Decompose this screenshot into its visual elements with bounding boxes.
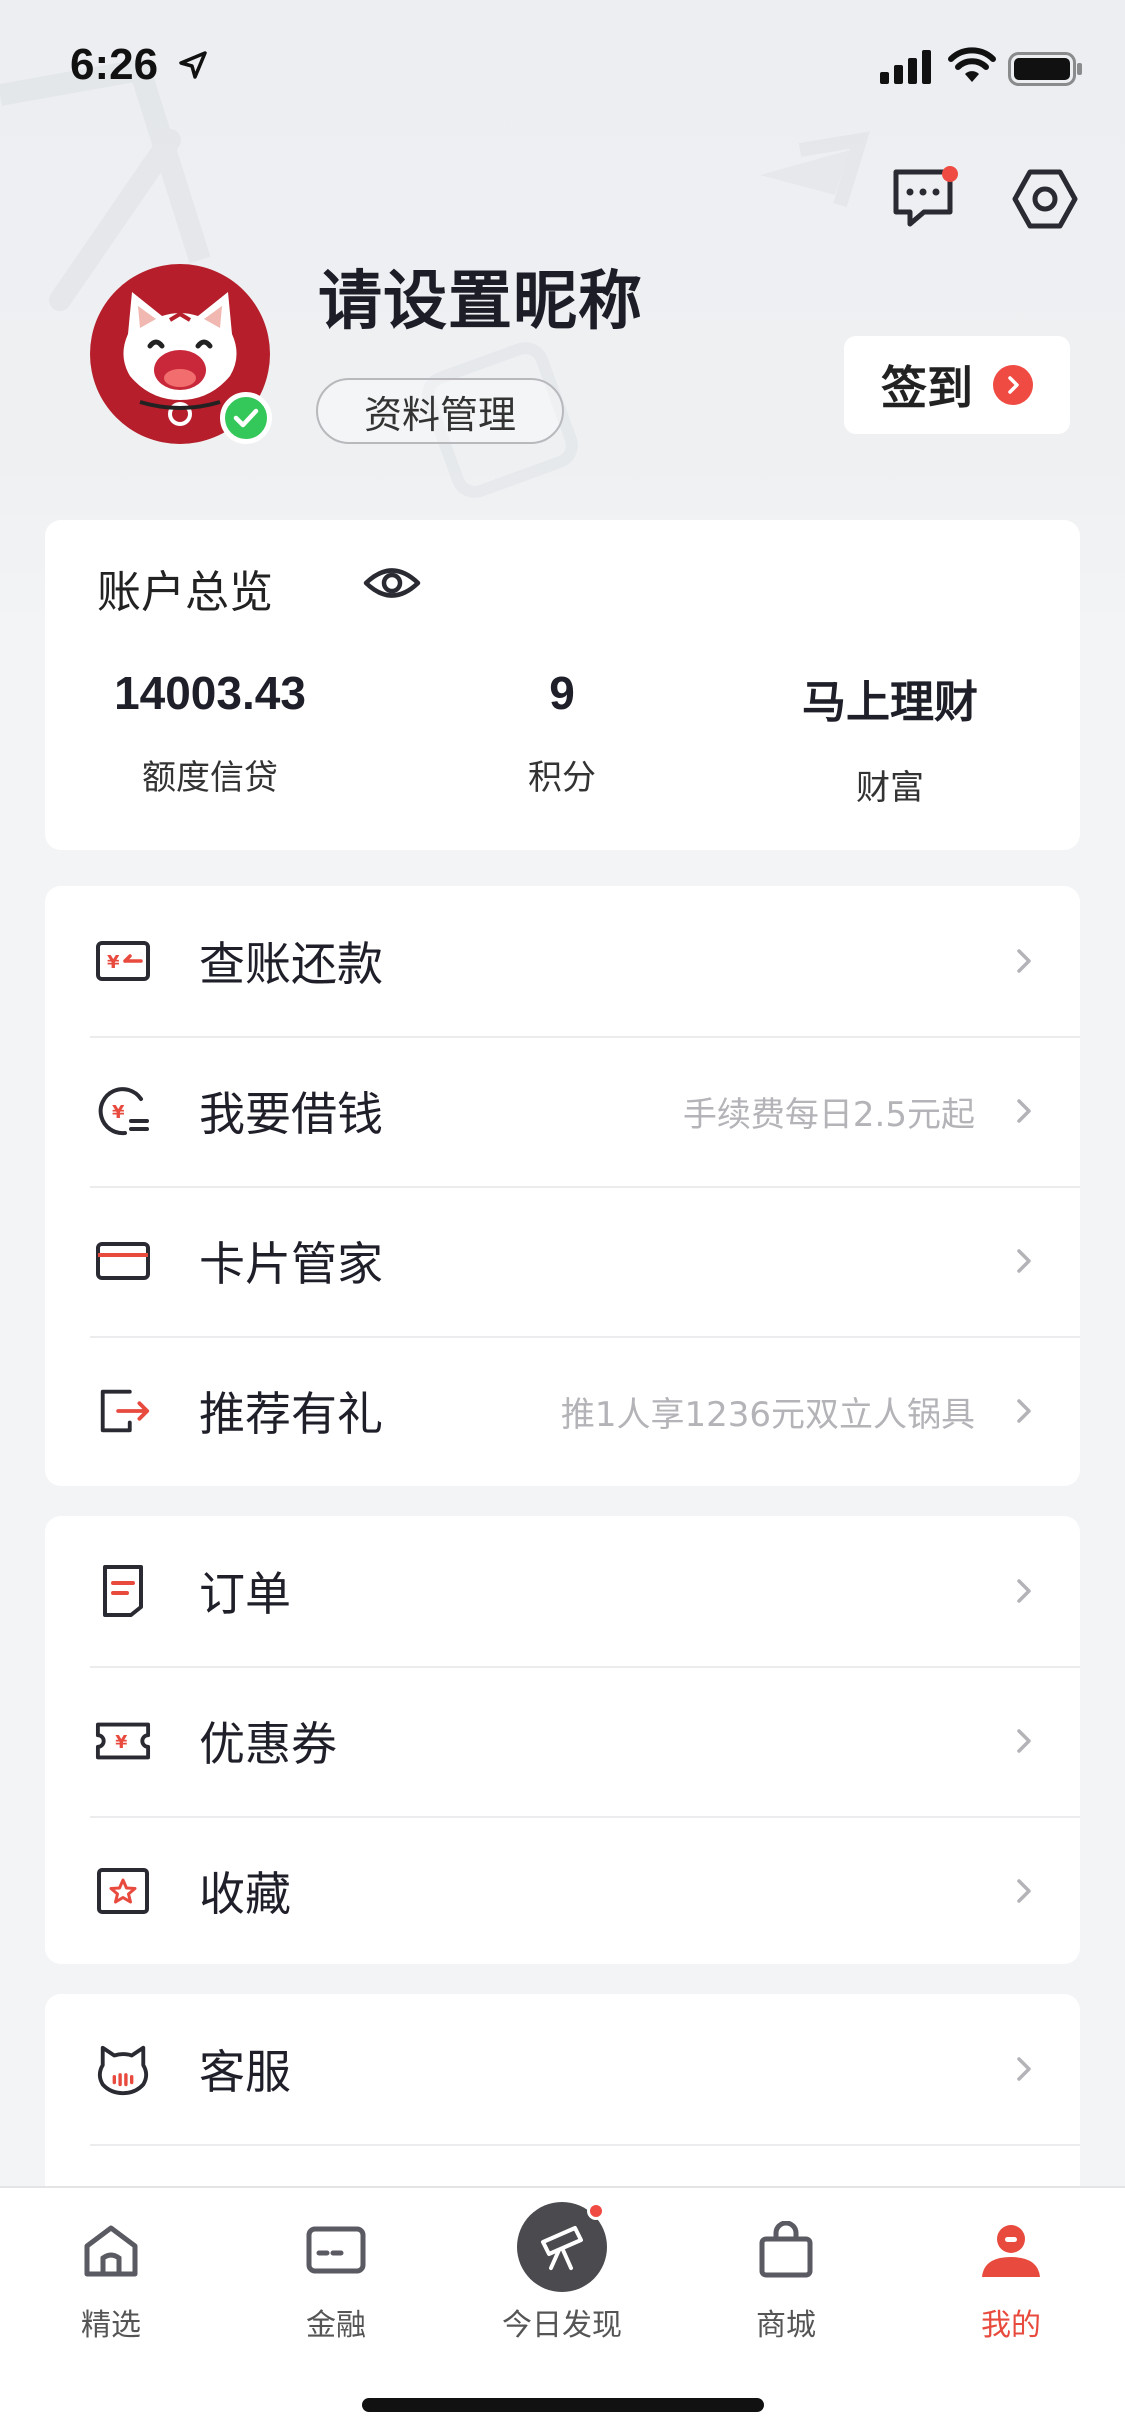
stat-value: 9: [549, 667, 575, 719]
wifi-icon: [948, 47, 996, 82]
settings-hexagon-icon[interactable]: [1012, 168, 1078, 230]
chevron-right-icon: [1017, 1249, 1031, 1273]
notification-dot: [587, 2202, 605, 2220]
menu-label: 收藏: [199, 1867, 291, 1921]
chevron-right-icon: [1017, 949, 1031, 973]
finance-card-icon: [246, 2212, 426, 2288]
menu-item-coupons[interactable]: ¥ 优惠券: [45, 1666, 1080, 1816]
overview-title: 账户总览: [97, 567, 273, 618]
shopping-bag-icon: [696, 2212, 876, 2288]
account-overview-card: 账户总览 14003.43 额度信贷 9 积分 马上理财 财富: [45, 520, 1080, 850]
card-icon: [95, 1233, 151, 1289]
stat-label: 财富: [856, 768, 924, 808]
stat-label: 额度信贷: [142, 758, 278, 798]
tab-discover[interactable]: 今日发现: [472, 2202, 652, 2344]
menu-item-card-manager[interactable]: 卡片管家: [45, 1186, 1080, 1336]
status-time: 6:26: [70, 40, 159, 89]
tab-finance[interactable]: 金融: [246, 2212, 426, 2344]
svg-text:¥: ¥: [112, 1102, 125, 1123]
location-arrow-icon: [179, 51, 207, 79]
menu-item-customer-service[interactable]: 客服: [45, 1994, 1080, 2144]
menu-label: 卡片管家: [199, 1237, 383, 1291]
menu-item-borrow[interactable]: ¥ 我要借钱 手续费每日2.5元起: [45, 1036, 1080, 1186]
order-document-icon: [95, 1563, 151, 1619]
stat-wealth[interactable]: 马上理财 财富: [725, 666, 1055, 809]
menu-label: 查账还款: [199, 937, 383, 991]
tab-label: 金融: [306, 2308, 366, 2343]
share-exit-icon: [95, 1383, 151, 1439]
menu-label: 优惠券: [199, 1717, 337, 1771]
tab-label: 精选: [81, 2308, 141, 2343]
menu-item-orders[interactable]: 订单: [45, 1516, 1080, 1666]
svg-text:¥: ¥: [107, 952, 120, 973]
stat-value: 马上理财: [802, 677, 978, 728]
tab-label: 我的: [981, 2308, 1041, 2343]
cellular-signal-icon: [880, 50, 931, 84]
profile-manage-button[interactable]: 资料管理: [316, 378, 564, 444]
profile-user-icon: [921, 2212, 1101, 2288]
nickname-title[interactable]: 请设置昵称: [318, 250, 643, 342]
menu-label: 订单: [199, 1567, 291, 1621]
menu-label: 客服: [199, 2045, 291, 2099]
tab-label: 商城: [756, 2308, 816, 2343]
menu-label: 我要借钱: [199, 1087, 383, 1141]
menu-group-shopping: 订单 ¥ 优惠券 收藏: [45, 1516, 1080, 1964]
chevron-right-icon: [1017, 1729, 1031, 1753]
stat-value: 14003.43: [114, 667, 306, 719]
stat-credit[interactable]: 14003.43 额度信贷: [45, 666, 375, 799]
borrow-money-icon: ¥: [95, 1083, 151, 1139]
tab-label: 今日发现: [502, 2308, 622, 2343]
favorite-star-icon: [95, 1863, 151, 1919]
tab-mall[interactable]: 商城: [696, 2212, 876, 2344]
chevron-right-icon: [993, 365, 1033, 405]
menu-hint: 推1人享1236元双立人锅具: [560, 1394, 975, 1435]
stat-points[interactable]: 9 积分: [397, 666, 727, 799]
tab-featured[interactable]: 精选: [21, 2212, 201, 2344]
tab-mine[interactable]: 我的: [921, 2212, 1101, 2344]
menu-group-finance: ¥ 查账还款 ¥ 我要借钱 手续费每日2.5元起 卡片管家 推荐有礼 推1人享1…: [45, 886, 1080, 1486]
chevron-right-icon: [1017, 1099, 1031, 1123]
svg-text:¥: ¥: [115, 1733, 127, 1753]
eye-icon[interactable]: [363, 564, 421, 602]
menu-item-favorites[interactable]: 收藏: [45, 1816, 1080, 1966]
checkin-label: 签到: [881, 361, 973, 415]
chevron-right-icon: [1017, 1879, 1031, 1903]
customer-service-cat-icon: [95, 2041, 151, 2097]
checkin-button[interactable]: 签到: [844, 336, 1070, 434]
battery-icon: [1008, 52, 1082, 86]
menu-item-bill-repay[interactable]: ¥ 查账还款: [45, 886, 1080, 1036]
verified-check-icon: [220, 392, 272, 444]
chevron-right-icon: [1017, 1399, 1031, 1423]
bill-yen-icon: ¥: [95, 933, 151, 989]
home-indicator: [362, 2398, 764, 2412]
telescope-icon: [517, 2202, 607, 2292]
menu-hint: 手续费每日2.5元起: [682, 1094, 975, 1135]
chevron-right-icon: [1017, 2057, 1031, 2081]
message-icon[interactable]: [890, 166, 960, 230]
stat-label: 积分: [528, 758, 596, 798]
chevron-right-icon: [1017, 1579, 1031, 1603]
menu-label: 推荐有礼: [199, 1387, 383, 1441]
coupon-icon: ¥: [95, 1713, 151, 1769]
discover-icon-wrap: [472, 2202, 652, 2292]
status-bar: 6:26: [0, 0, 1125, 135]
menu-item-referral[interactable]: 推荐有礼 推1人享1236元双立人锅具: [45, 1336, 1080, 1486]
home-icon: [21, 2212, 201, 2288]
